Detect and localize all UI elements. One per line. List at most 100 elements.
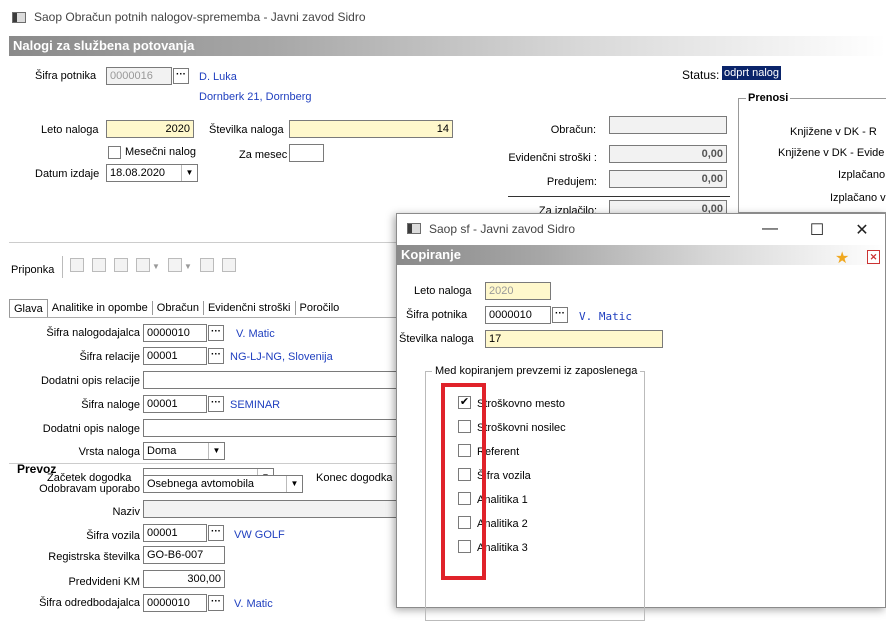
status-badge: odprt nalog xyxy=(722,66,782,80)
highlight-rectangle xyxy=(441,383,486,580)
chevron-down-icon[interactable]: ▼ xyxy=(152,262,160,271)
main-window-title: Saop Obračun potnih nalogov-sprememba - … xyxy=(34,10,366,24)
sifra-vozila-label: Šifra vozila xyxy=(86,530,140,542)
toolbar-divider xyxy=(9,242,399,243)
scan-icon[interactable] xyxy=(200,258,214,272)
ellipsis-icon[interactable]: ··· xyxy=(208,595,224,611)
relacija-label: Šifra relacije xyxy=(79,351,140,363)
opis-relacije-label: Dodatni opis relacije xyxy=(40,375,140,387)
dlg-stevilka-input[interactable]: 17 xyxy=(485,330,663,348)
sifra-naloge-input[interactable]: 00001 xyxy=(143,395,207,413)
mesecni-nalog-checkbox[interactable] xyxy=(108,146,121,159)
edit-document-icon[interactable] xyxy=(92,258,106,272)
ellipsis-icon[interactable]: ··· xyxy=(173,68,189,84)
new-document-icon[interactable] xyxy=(70,258,84,272)
ellipsis-icon[interactable]: ··· xyxy=(208,525,224,541)
prevoz-divider xyxy=(9,463,399,464)
tab-evidencni[interactable]: Evidenčni stroški xyxy=(204,301,296,315)
dialog-titlebar: Saop sf - Javni zavod Sidro — ☐ ✕ xyxy=(397,214,885,244)
prevzemi-group-label: Med kopiranjem prevzemi iz zaposlenega xyxy=(432,365,641,377)
ellipsis-icon[interactable]: ··· xyxy=(208,348,224,364)
za-mesec-label: Za mesec xyxy=(239,149,288,161)
tab-glava[interactable]: Glava xyxy=(9,298,48,318)
odredbodajalec-label: Šifra odredbodajalca xyxy=(39,597,140,609)
ellipsis-icon[interactable]: ··· xyxy=(208,325,224,341)
opis-relacije-input[interactable] xyxy=(143,371,399,389)
tab-obracun[interactable]: Obračun xyxy=(153,301,204,315)
predvideni-km-input[interactable]: 300,00 xyxy=(143,570,225,588)
dropdown-arrow-icon[interactable]: ▼ xyxy=(208,443,224,459)
ellipsis-icon[interactable]: ··· xyxy=(208,396,224,412)
registrska-input[interactable]: GO-B6-007 xyxy=(143,546,225,564)
minimize-icon[interactable]: — xyxy=(760,220,780,238)
sifra-potnika-input[interactable]: 0000016 xyxy=(106,67,172,85)
status-label: Status: xyxy=(682,68,720,82)
dialog-header: Kopiranje xyxy=(397,245,885,265)
relacija-name: NG-LJ-NG, Slovenija xyxy=(230,351,333,363)
odobravam-select[interactable]: Osebnega avtomobila ▼ xyxy=(143,475,303,493)
dlg-leto-input[interactable]: 2020 xyxy=(485,282,551,300)
vrsta-naloga-label: Vrsta naloga xyxy=(78,446,140,458)
vrsta-naloga-value: Doma xyxy=(147,445,177,457)
predujem-value: 0,00 xyxy=(609,170,727,188)
toolbar-separator xyxy=(62,256,63,278)
naziv-input[interactable] xyxy=(143,500,399,518)
dlg-potnik-input[interactable]: 0000010 xyxy=(485,306,551,324)
tab-analitike[interactable]: Analitike in opombe xyxy=(48,301,153,315)
dropdown-arrow-icon[interactable]: ▼ xyxy=(286,476,302,492)
nalogodajalec-input[interactable]: 0000010 xyxy=(143,324,207,342)
leto-naloga-label: Leto naloga xyxy=(41,124,99,136)
odobravam-label: Odobravam uporabo xyxy=(39,483,140,495)
dlg-stevilka-label: Številka naloga xyxy=(399,333,474,345)
opis-naloge-label: Dodatni opis naloge xyxy=(42,423,140,435)
datum-izdaje-label: Datum izdaje xyxy=(35,168,100,180)
window-icon xyxy=(12,12,26,23)
maximize-icon[interactable]: ☐ xyxy=(807,220,827,240)
vrsta-naloga-select[interactable]: Doma ▼ xyxy=(143,442,225,460)
naloge-name: SEMINAR xyxy=(230,399,281,411)
konec-dogodka-label: Konec dogodka xyxy=(316,472,393,484)
chevron-down-icon[interactable]: ▼ xyxy=(184,262,192,271)
ellipsis-icon[interactable]: ··· xyxy=(552,307,568,323)
odobravam-value: Osebnega avtomobila xyxy=(147,478,255,490)
leto-naloga-input[interactable]: 2020 xyxy=(106,120,194,138)
dropdown-arrow-icon[interactable]: ▼ xyxy=(181,165,197,181)
prenosi-item: Knjižene v DK - Evide xyxy=(778,147,885,159)
import-icon[interactable] xyxy=(168,258,182,272)
prenosi-item: Izplačano v xyxy=(830,192,886,204)
opis-naloge-input[interactable] xyxy=(143,419,399,437)
stevilka-naloga-input[interactable]: 14 xyxy=(289,120,453,138)
sifra-naloge-label: Šifra naloge xyxy=(81,399,140,411)
export-icon[interactable] xyxy=(136,258,150,272)
save-icon[interactable] xyxy=(222,258,236,272)
obracun-label: Obračun: xyxy=(550,124,596,136)
tab-bar: Glava Analitike in opombe Obračun Eviden… xyxy=(9,298,343,318)
priponka-label: Priponka xyxy=(11,264,55,276)
tab-porocilo[interactable]: Poročilo xyxy=(296,301,344,315)
tab-divider xyxy=(9,317,399,318)
pdf-icon[interactable]: ✕ xyxy=(867,250,880,264)
sifra-vozila-input[interactable]: 00001 xyxy=(143,524,207,542)
datum-izdaje-select[interactable]: 18.08.2020 ▼ xyxy=(106,164,198,182)
relacija-input[interactable]: 00001 xyxy=(143,347,207,365)
odredbodajalec-input[interactable]: 0000010 xyxy=(143,594,207,612)
predujem-label: Predujem: xyxy=(546,176,597,188)
sum-divider xyxy=(508,196,730,197)
dlg-potnik-name: V. Matic xyxy=(579,310,632,323)
obracun-value xyxy=(609,116,727,134)
registrska-label: Registrska številka xyxy=(48,551,140,563)
close-icon[interactable]: ✕ xyxy=(852,220,872,240)
page-header: Nalogi za službena potovanja xyxy=(9,36,886,56)
nalogodajalec-name: V. Matic xyxy=(236,328,275,340)
link-icon[interactable] xyxy=(114,258,128,272)
za-mesec-input[interactable] xyxy=(289,144,324,162)
star-icon[interactable]: ★ xyxy=(835,248,849,268)
sifra-potnika-label: Šifra potnika xyxy=(35,70,97,82)
window-icon xyxy=(407,223,421,234)
naziv-label: Naziv xyxy=(112,506,140,518)
main-titlebar: Saop Obračun potnih nalogov-sprememba - … xyxy=(0,0,886,34)
predvideni-km-label: Predvideni KM xyxy=(68,576,140,588)
prenosi-item: Izplačano xyxy=(838,169,886,181)
prenosi-item: Knjižene v DK - R xyxy=(790,126,877,138)
stevilka-naloga-label: Številka naloga xyxy=(209,124,284,136)
